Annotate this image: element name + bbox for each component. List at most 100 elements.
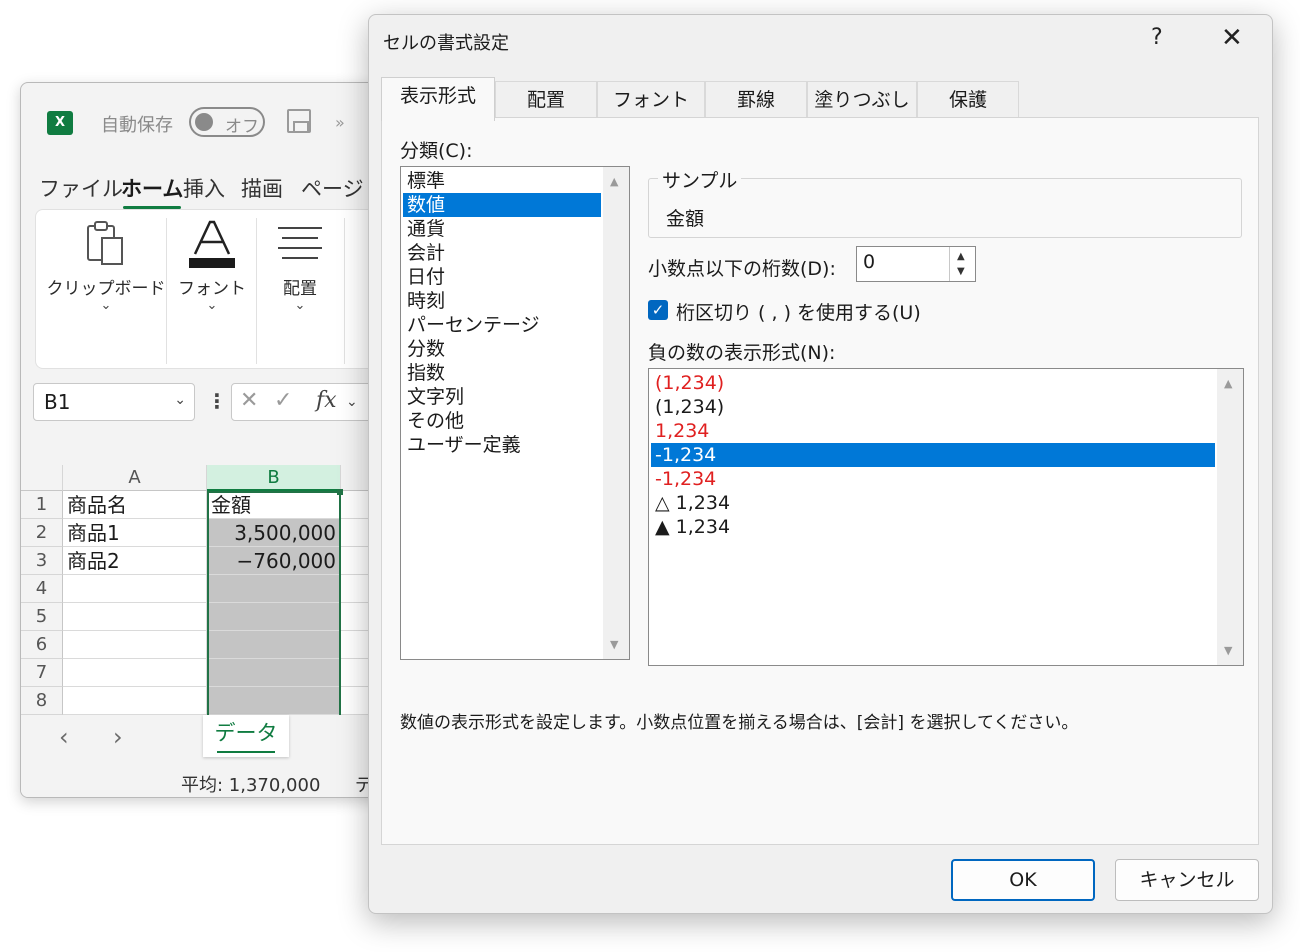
category-item[interactable]: 分数 xyxy=(403,337,601,361)
row-header[interactable]: 6 xyxy=(21,631,63,659)
cell-a7[interactable] xyxy=(63,659,207,687)
tab-draw[interactable]: 描画 xyxy=(241,173,283,203)
category-item[interactable]: 時刻 xyxy=(403,289,601,313)
thousands-separator-label: 桁区切り ( , ) を使用する(U) xyxy=(676,302,921,324)
tab-alignment[interactable]: 配置 xyxy=(495,81,597,119)
category-item[interactable]: 標準 xyxy=(403,169,601,193)
tab-border[interactable]: 罫線 xyxy=(705,81,807,119)
tab-number[interactable]: 表示形式 xyxy=(381,77,495,121)
tab-font[interactable]: フォント xyxy=(597,81,705,119)
negative-format-item[interactable]: -1,234 xyxy=(651,467,1215,491)
tab-page-layout[interactable]: ページ xyxy=(301,173,364,203)
spin-up-icon[interactable]: ▲ xyxy=(957,251,965,262)
cell-a8[interactable] xyxy=(63,687,207,715)
negative-format-item[interactable]: (1,234) xyxy=(651,371,1215,395)
category-item-selected[interactable]: 数値 xyxy=(402,192,602,218)
category-item[interactable]: 会計 xyxy=(403,241,601,265)
cell-b8[interactable] xyxy=(207,687,341,715)
help-icon[interactable]: ? xyxy=(1151,25,1163,50)
format-description: 数値の表示形式を設定します。小数点位置を揃える場合は、[会計] を選択してくださ… xyxy=(400,713,1079,733)
scroll-down-icon[interactable]: ▼ xyxy=(1224,644,1232,657)
row-header[interactable]: 7 xyxy=(21,659,63,687)
category-item[interactable]: 文字列 xyxy=(403,385,601,409)
excel-window: X 自動保存 オフ » ファイル ホーム 挿入 描画 ページ クリップボード ⌄ xyxy=(20,82,392,798)
negative-format-item[interactable]: (1,234) xyxy=(651,395,1215,419)
cell-b2[interactable]: 3,500,000 xyxy=(207,519,341,547)
cell-a5[interactable] xyxy=(63,603,207,631)
close-icon[interactable]: ✕ xyxy=(1221,23,1243,53)
row-header[interactable]: 1 xyxy=(21,491,63,519)
toggle-knob xyxy=(195,113,213,131)
category-item[interactable]: 通貨 xyxy=(403,217,601,241)
cancel-entry-icon[interactable]: ✕ xyxy=(240,388,258,413)
category-label: 分類(C): xyxy=(400,140,473,162)
ribbon-group-clipboard[interactable]: クリップボード ⌄ xyxy=(46,210,166,360)
column-header-b[interactable]: B xyxy=(207,465,341,491)
scroll-down-icon[interactable]: ▼ xyxy=(610,638,618,651)
decimal-places-value[interactable]: 0 xyxy=(863,251,875,273)
cell-b6[interactable] xyxy=(207,631,341,659)
select-all-corner[interactable] xyxy=(21,465,63,491)
negative-format-item[interactable]: ▲ 1,234 xyxy=(651,515,1215,539)
cell-a2[interactable]: 商品1 xyxy=(63,519,207,547)
ribbon-divider xyxy=(256,218,257,364)
negative-format-item[interactable]: △ 1,234 xyxy=(651,491,1215,515)
category-item[interactable]: その他 xyxy=(403,409,601,433)
cell-a1[interactable]: 商品名 xyxy=(63,491,207,519)
cell-a6[interactable] xyxy=(63,631,207,659)
decimal-places-spinner[interactable]: 0 ▲ ▼ xyxy=(856,246,976,282)
chevron-down-icon[interactable]: ⌄ xyxy=(346,394,358,410)
cell-a4[interactable] xyxy=(63,575,207,603)
insert-function-icon[interactable]: fx xyxy=(316,388,337,413)
tab-protection[interactable]: 保護 xyxy=(917,81,1019,119)
chevron-left-icon[interactable]: ‹ xyxy=(59,723,69,751)
cell-b5[interactable] xyxy=(207,603,341,631)
category-item[interactable]: ユーザー定義 xyxy=(403,433,601,457)
chevron-down-icon[interactable]: ⌄ xyxy=(174,392,186,408)
tab-home[interactable]: ホーム xyxy=(121,173,183,209)
column-header-a[interactable]: A xyxy=(63,465,207,491)
name-box-value: B1 xyxy=(44,390,71,414)
tab-fill[interactable]: 塗りつぶし xyxy=(807,81,917,119)
ribbon-divider xyxy=(344,218,345,364)
save-icon[interactable] xyxy=(287,109,311,133)
cell-b3[interactable]: −760,000 xyxy=(207,547,341,575)
more-options-icon[interactable]: ⋮ xyxy=(207,389,227,413)
status-average: 平均: 1,370,000 xyxy=(181,775,321,796)
cell-b4[interactable] xyxy=(207,575,341,603)
confirm-entry-icon[interactable]: ✓ xyxy=(274,388,292,413)
row-header[interactable]: 5 xyxy=(21,603,63,631)
negative-list-scrollbar[interactable]: ▲ ▼ xyxy=(1217,369,1243,665)
row-header[interactable]: 4 xyxy=(21,575,63,603)
negative-numbers-list[interactable]: (1,234) (1,234) 1,234 -1,234 -1,234 △ 1,… xyxy=(648,368,1244,666)
ribbon-group-font[interactable]: フォント ⌄ xyxy=(170,210,254,360)
cell-b7[interactable] xyxy=(207,659,341,687)
category-scrollbar[interactable]: ▲ ▼ xyxy=(603,167,629,659)
row-header[interactable]: 2 xyxy=(21,519,63,547)
align-icon xyxy=(278,227,322,259)
row-header[interactable]: 8 xyxy=(21,687,63,715)
scroll-up-icon[interactable]: ▲ xyxy=(1224,377,1232,390)
category-item[interactable]: 指数 xyxy=(403,361,601,385)
ok-button[interactable]: OK xyxy=(951,859,1095,901)
category-list[interactable]: 標準 数値 通貨 会計 日付 時刻 パーセンテージ 分数 指数 文字列 その他 … xyxy=(400,166,630,660)
cancel-button[interactable]: キャンセル xyxy=(1115,859,1259,901)
autosave-toggle[interactable]: オフ xyxy=(189,107,265,137)
ribbon-group-alignment[interactable]: 配置 ⌄ xyxy=(260,210,340,360)
tab-file[interactable]: ファイル xyxy=(39,173,123,203)
category-item[interactable]: 日付 xyxy=(403,265,601,289)
sheet-tab-data[interactable]: データ xyxy=(203,715,289,757)
tab-insert[interactable]: 挿入 xyxy=(183,173,225,203)
cell-b1[interactable]: 金額 xyxy=(207,491,341,519)
spin-down-icon[interactable]: ▼ xyxy=(957,266,965,277)
chevron-right-icon[interactable]: › xyxy=(113,723,123,751)
scroll-up-icon[interactable]: ▲ xyxy=(610,175,618,188)
negative-format-item[interactable]: 1,234 xyxy=(651,419,1215,443)
more-commands-icon[interactable]: » xyxy=(335,113,345,132)
negative-format-item-selected[interactable]: -1,234 xyxy=(651,443,1215,467)
cell-a3[interactable]: 商品2 xyxy=(63,547,207,575)
thousands-separator-checkbox[interactable]: ✓ xyxy=(648,300,668,320)
category-item[interactable]: パーセンテージ xyxy=(403,313,601,337)
name-box[interactable]: B1 ⌄ xyxy=(33,383,195,421)
row-header[interactable]: 3 xyxy=(21,547,63,575)
